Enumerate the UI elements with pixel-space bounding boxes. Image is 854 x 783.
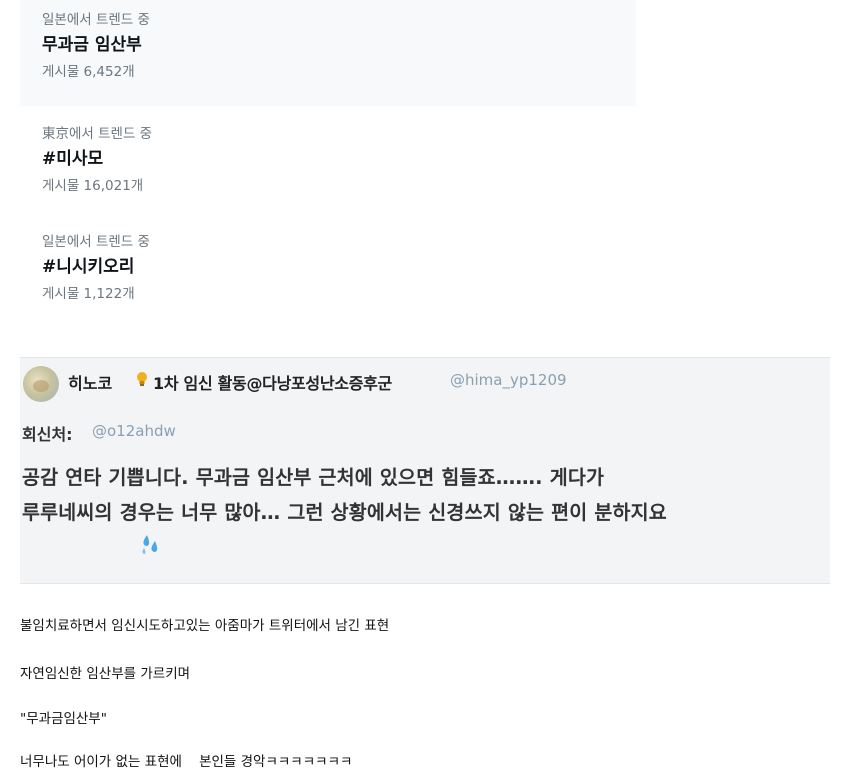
tweet-text-line: 루루네씨의 경우는 너무 많아… 그런 상황에서는 신경쓰지 않는 편이 분하지…: [22, 501, 667, 524]
trend-item-3[interactable]: 일본에서 트렌드 중 #니시키오리 게시물 1,122개: [42, 232, 602, 305]
reply-label: 회신처:: [22, 425, 73, 444]
lightbulb-icon: [135, 371, 149, 391]
trend-location: 일본에서 트렌드 중: [42, 12, 150, 28]
trend-location: 일본에서 트렌드 중: [42, 234, 150, 250]
trend-location: 東京에서 트렌드 중: [42, 126, 153, 142]
trend-item-1[interactable]: 일본에서 트렌드 중 무과금 임산부 게시물 6,452개: [42, 10, 602, 83]
bio-tag: 1차 임신 활동@다낭포성난소증후군: [153, 374, 392, 393]
trend-name[interactable]: #니시키오리: [42, 254, 602, 280]
trends-panel: 일본에서 트렌드 중 무과금 임산부 게시물 6,452개 東京에서 트렌드 중…: [20, 0, 636, 335]
trend-item-2[interactable]: 東京에서 트렌드 중 #미사모 게시물 16,021개: [42, 124, 602, 197]
avatar[interactable]: [23, 366, 59, 402]
trend-post-count: 게시물 1,122개: [42, 286, 135, 302]
caption-line: 자연임신한 임산부를 가르키며: [20, 666, 191, 682]
trend-name[interactable]: 무과금 임산부: [42, 32, 602, 58]
tweet-card[interactable]: 히노코 1차 임신 활동@다낭포성난소증후군 @hima_yp1209 회신처:…: [20, 357, 830, 584]
caption-line: "무과금임산부": [20, 711, 107, 727]
caption-line: 불임치료하면서 임신시도하고있는 아줌마가 트위터에서 남긴 표현: [20, 618, 390, 634]
caption-line: 너무나도 어이가 없는 표현에 본인들 경악ㅋㅋㅋㅋㅋㅋㅋ: [20, 754, 353, 770]
tweet-text-line: 공감 연타 기쁩니다. 무과금 임산부 근처에 있으면 힘들죠……. 게다가: [22, 466, 605, 489]
trend-post-count: 게시물 6,452개: [42, 64, 135, 80]
user-handle[interactable]: @hima_yp1209: [450, 371, 567, 389]
display-name[interactable]: 히노코: [68, 370, 112, 394]
trend-name[interactable]: #미사모: [42, 146, 602, 172]
trend-post-count: 게시물 16,021개: [42, 178, 144, 194]
sweat-drops-icon: [140, 532, 162, 556]
reply-handle[interactable]: @o12ahdw: [92, 422, 176, 440]
